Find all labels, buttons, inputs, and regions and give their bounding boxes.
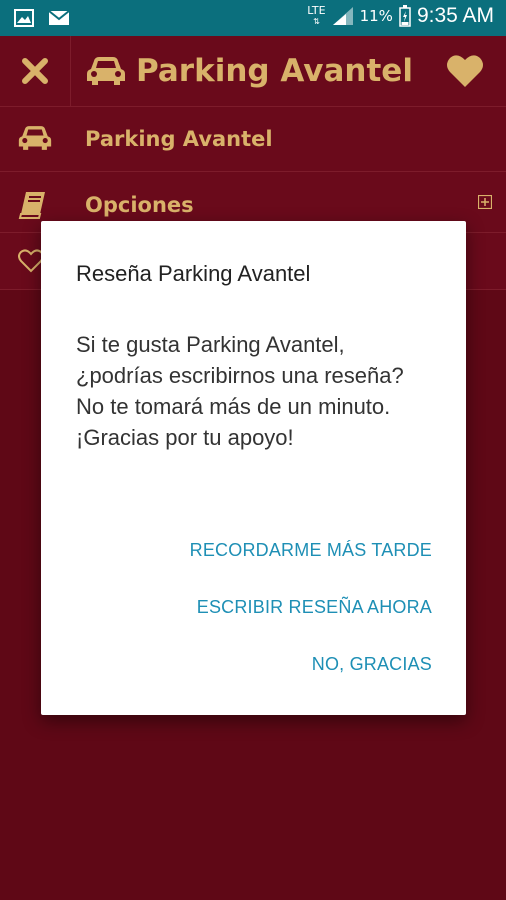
book-icon [18, 192, 45, 219]
car-icon [87, 57, 125, 85]
plus-square-icon[interactable] [478, 195, 492, 209]
remind-later-button[interactable]: RECORDARME MÁS TARDE [190, 540, 432, 561]
notification-icons [14, 9, 70, 27]
clock: 9:35 AM [416, 4, 494, 27]
status-indicators: LTE ⇅ 11% 9:35 AM [307, 4, 494, 28]
app-bar: Parking Avantel [0, 36, 506, 107]
app-title: Parking Avantel [136, 53, 413, 89]
network-type: LTE [307, 4, 326, 17]
menu-item-label: Parking Avantel [85, 127, 273, 151]
email-icon [48, 10, 70, 25]
close-button[interactable] [0, 36, 71, 106]
menu-item-parking-avantel[interactable]: Parking Avantel [0, 107, 506, 172]
car-icon [18, 126, 52, 150]
app-title-group: Parking Avantel [86, 36, 413, 106]
status-bar: LTE ⇅ 11% 9:35 AM [0, 0, 506, 36]
no-thanks-button[interactable]: NO, GRACIAS [312, 654, 432, 675]
dialog-message: Si te gusta Parking Avantel, ¿podrías es… [76, 332, 404, 450]
dialog-title: Reseña Parking Avantel [76, 261, 311, 286]
signal-icon [332, 7, 353, 25]
network-indicator: LTE ⇅ [307, 4, 326, 26]
battery-percent: 11% [359, 7, 393, 25]
close-icon [22, 58, 48, 84]
write-review-button[interactable]: ESCRIBIR RESEÑA AHORA [197, 597, 432, 618]
battery-icon [399, 5, 411, 27]
favorite-button[interactable] [446, 53, 484, 89]
review-dialog: Reseña Parking Avantel Si te gusta Parki… [41, 221, 466, 715]
image-icon [14, 9, 34, 27]
